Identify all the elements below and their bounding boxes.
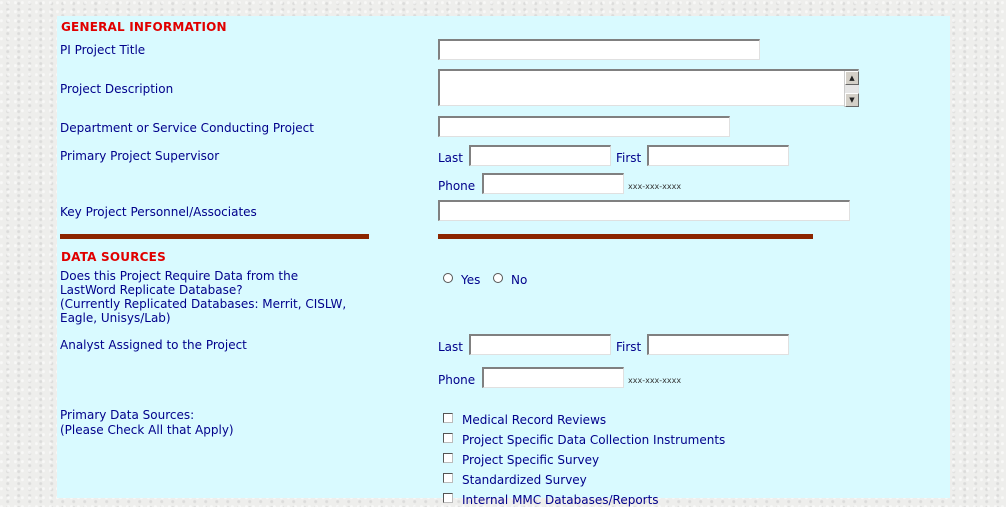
pi-project-title-label: PI Project Title <box>60 43 146 57</box>
analyst-first-label: First <box>616 340 642 354</box>
section-divider-right <box>438 234 813 239</box>
personnel-label: Key Project Personnel/Associates <box>60 205 257 219</box>
replicate-question-line-3: (Currently Replicated Databases: Merrit,… <box>60 297 347 311</box>
replicate-no-label[interactable]: No <box>511 273 527 287</box>
analyst-phone-hint: xxx-xxx-xxxx <box>628 376 682 385</box>
supervisor-first-input[interactable] <box>647 145 789 166</box>
project-description-textarea[interactable]: ▲ ▼ <box>438 69 859 107</box>
supervisor-last-label: Last <box>438 151 463 165</box>
general-information-heading: GENERAL INFORMATION <box>61 20 227 34</box>
data-sources-heading: DATA SOURCES <box>61 250 166 264</box>
replicate-yes-label[interactable]: Yes <box>461 273 480 287</box>
department-input[interactable] <box>438 116 730 137</box>
supervisor-phone-hint: xxx-xxx-xxxx <box>628 182 682 191</box>
label-project-specific-survey[interactable]: Project Specific Survey <box>462 453 599 467</box>
checkbox-internal-mmc-databases[interactable] <box>443 493 453 503</box>
replicate-question-line-1: Does this Project Require Data from the <box>60 269 299 283</box>
analyst-phone-input[interactable] <box>482 367 624 388</box>
scroll-up-icon[interactable]: ▲ <box>845 71 859 85</box>
label-medical-record-reviews[interactable]: Medical Record Reviews <box>462 413 606 427</box>
primary-sources-label-line-2: (Please Check All that Apply) <box>60 423 234 437</box>
analyst-label: Analyst Assigned to the Project <box>60 338 247 352</box>
supervisor-label: Primary Project Supervisor <box>60 149 220 163</box>
section-divider-left <box>60 234 369 239</box>
checkbox-project-specific-survey[interactable] <box>443 453 453 463</box>
checkbox-data-collection-instruments[interactable] <box>443 433 453 443</box>
department-label: Department or Service Conducting Project <box>60 121 314 135</box>
label-standardized-survey[interactable]: Standardized Survey <box>462 473 587 487</box>
analyst-last-label: Last <box>438 340 463 354</box>
project-description-label: Project Description <box>60 82 174 96</box>
pi-project-title-input[interactable] <box>438 39 760 60</box>
checkbox-standardized-survey[interactable] <box>443 473 453 483</box>
description-scrollbar[interactable]: ▲ ▼ <box>844 71 859 107</box>
supervisor-phone-label: Phone <box>438 179 476 193</box>
label-data-collection-instruments[interactable]: Project Specific Data Collection Instrum… <box>462 433 725 447</box>
personnel-input[interactable] <box>438 200 850 221</box>
supervisor-first-label: First <box>616 151 642 165</box>
primary-sources-label-line-1: Primary Data Sources: <box>60 408 195 422</box>
replicate-yes-radio[interactable] <box>443 273 453 283</box>
analyst-last-input[interactable] <box>469 334 611 355</box>
replicate-question-line-4: Eagle, Unisys/Lab) <box>60 311 171 325</box>
supervisor-phone-input[interactable] <box>482 173 624 194</box>
replicate-no-radio[interactable] <box>493 273 503 283</box>
replicate-question-line-2: LastWord Replicate Database? <box>60 283 243 297</box>
supervisor-last-input[interactable] <box>469 145 611 166</box>
scroll-down-icon[interactable]: ▼ <box>845 93 859 107</box>
checkbox-medical-record-reviews[interactable] <box>443 413 453 423</box>
analyst-phone-label: Phone <box>438 373 476 387</box>
label-internal-mmc-databases[interactable]: Internal MMC Databases/Reports <box>462 493 659 507</box>
analyst-first-input[interactable] <box>647 334 789 355</box>
